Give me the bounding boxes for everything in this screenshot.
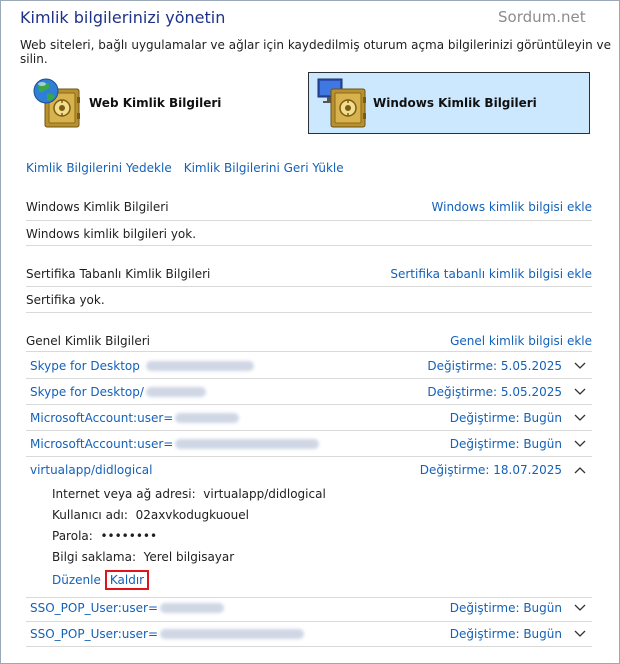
credential-name: Skype for Desktop — [30, 358, 140, 373]
watermark: Sordum.net — [498, 8, 586, 26]
windows-credentials-button[interactable]: Windows Kimlik Bilgileri — [308, 72, 590, 134]
divider — [26, 312, 592, 313]
divider — [26, 351, 592, 352]
web-credentials-label: Web Kimlik Bilgileri — [89, 96, 222, 110]
redacted-value — [145, 360, 254, 371]
chevron-down-icon[interactable] — [572, 604, 588, 612]
add-cert-credential-link[interactable]: Sertifika tabanlı kimlik bilgisi ekle — [390, 267, 592, 281]
divider — [26, 220, 592, 221]
restore-credentials-link[interactable]: Kimlik Bilgilerini Geri Yükle — [184, 161, 344, 175]
chevron-down-icon[interactable] — [572, 440, 588, 448]
web-credentials-button[interactable]: Web Kimlik Bilgileri — [26, 72, 226, 134]
modified-date: 18.07.2025 — [493, 462, 562, 477]
remove-highlight-box: Kaldır — [104, 570, 150, 590]
credential-row[interactable]: Skype for Desktop Değiştirme: 5.05.2025 — [26, 353, 592, 378]
persistence-label: Bilgi saklama: — [52, 550, 136, 564]
generic-section-title: Genel Kimlik Bilgileri — [26, 334, 150, 348]
backup-restore-links: Kimlik Bilgilerini Yedekle Kimlik Bilgil… — [26, 161, 344, 175]
windows-empty-text: Windows kimlik bilgileri yok. — [26, 227, 197, 241]
credential-name: SSO_POP_User:user= — [30, 600, 159, 615]
chevron-down-icon[interactable] — [572, 414, 588, 422]
modified-label: Değiştirme: — [449, 410, 520, 425]
redacted-value — [175, 412, 240, 423]
address-label: Internet veya ağ adresi: — [52, 487, 196, 501]
credential-actions: Düzenle Kaldır — [52, 570, 150, 590]
windows-vault-icon — [315, 75, 373, 131]
add-windows-credential-link[interactable]: Windows kimlik bilgisi ekle — [432, 200, 592, 214]
modified-date: 5.05.2025 — [500, 384, 562, 399]
add-generic-credential-link[interactable]: Genel kimlik bilgisi ekle — [450, 334, 592, 348]
redacted-value — [160, 602, 225, 613]
modified-date: Bugün — [523, 600, 562, 615]
credential-name: Skype for Desktop/ — [30, 384, 144, 399]
chevron-down-icon[interactable] — [572, 630, 588, 638]
remove-credential-link[interactable]: Kaldır — [110, 573, 144, 587]
divider — [26, 646, 592, 647]
divider — [26, 245, 592, 246]
username-label: Kullanıcı adı: — [52, 508, 128, 522]
credential-details: Internet veya ağ adresi: virtualapp/didl… — [52, 484, 326, 568]
modified-label: Değiştirme: — [449, 600, 520, 615]
modified-label: Değiştirme: — [419, 462, 490, 477]
modified-date: 5.05.2025 — [500, 358, 562, 373]
backup-credentials-link[interactable]: Kimlik Bilgilerini Yedekle — [26, 161, 172, 175]
persistence-value: Yerel bilgisayar — [143, 550, 235, 564]
modified-label: Değiştirme: — [427, 384, 498, 399]
modified-date: Bugün — [523, 436, 562, 451]
credential-row[interactable]: SSO_POP_User:user= Değiştirme: Bugün — [26, 621, 592, 646]
address-value: virtualapp/didlogical — [203, 487, 326, 501]
cert-section-title: Sertifika Tabanlı Kimlik Bilgileri — [26, 267, 211, 281]
page-title: Kimlik bilgilerinizi yönetin — [20, 8, 226, 27]
modified-date: Bugün — [523, 410, 562, 425]
credential-name: virtualapp/didlogical — [30, 462, 153, 477]
page-subtitle: Web siteleri, bağlı uygulamalar ve ağlar… — [20, 38, 611, 66]
password-value: •••••••• — [100, 529, 158, 543]
modified-label: Değiştirme: — [427, 358, 498, 373]
password-label: Parola: — [52, 529, 93, 543]
modified-label: Değiştirme: — [449, 436, 520, 451]
redacted-value — [175, 438, 320, 449]
cert-section-header: Sertifika Tabanlı Kimlik Bilgileri Serti… — [26, 267, 592, 281]
username-value: 02axvkodugkuouel — [135, 508, 249, 522]
web-vault-icon — [31, 75, 89, 131]
credential-name: MicrosoftAccount:user= — [30, 436, 174, 451]
chevron-down-icon[interactable] — [572, 388, 588, 396]
divider — [26, 286, 592, 287]
modified-date: Bugün — [523, 626, 562, 641]
windows-credentials-label: Windows Kimlik Bilgileri — [373, 96, 537, 110]
credential-row[interactable]: MicrosoftAccount:user= Değiştirme: Bugün — [26, 405, 592, 430]
chevron-down-icon[interactable] — [572, 362, 588, 370]
credential-row[interactable]: Skype for Desktop/ Değiştirme: 5.05.2025 — [26, 379, 592, 404]
credential-name: MicrosoftAccount:user= — [30, 410, 174, 425]
redacted-value — [160, 628, 305, 639]
cert-empty-text: Sertifika yok. — [26, 293, 105, 307]
generic-section-header: Genel Kimlik Bilgileri Genel kimlik bilg… — [26, 334, 592, 348]
credential-name: SSO_POP_User:user= — [30, 626, 159, 641]
credential-row[interactable]: MicrosoftAccount:user= Değiştirme: Bugün — [26, 431, 592, 456]
credential-row-expanded[interactable]: virtualapp/didlogical Değiştirme: 18.07.… — [26, 457, 592, 482]
credential-row[interactable]: SSO_POP_User:user= Değiştirme: Bugün — [26, 595, 592, 620]
chevron-up-icon[interactable] — [572, 466, 588, 474]
edit-credential-link[interactable]: Düzenle — [52, 573, 101, 587]
redacted-value — [145, 386, 206, 397]
windows-section-title: Windows Kimlik Bilgileri — [26, 200, 169, 214]
windows-section-header: Windows Kimlik Bilgileri Windows kimlik … — [26, 200, 592, 214]
modified-label: Değiştirme: — [449, 626, 520, 641]
